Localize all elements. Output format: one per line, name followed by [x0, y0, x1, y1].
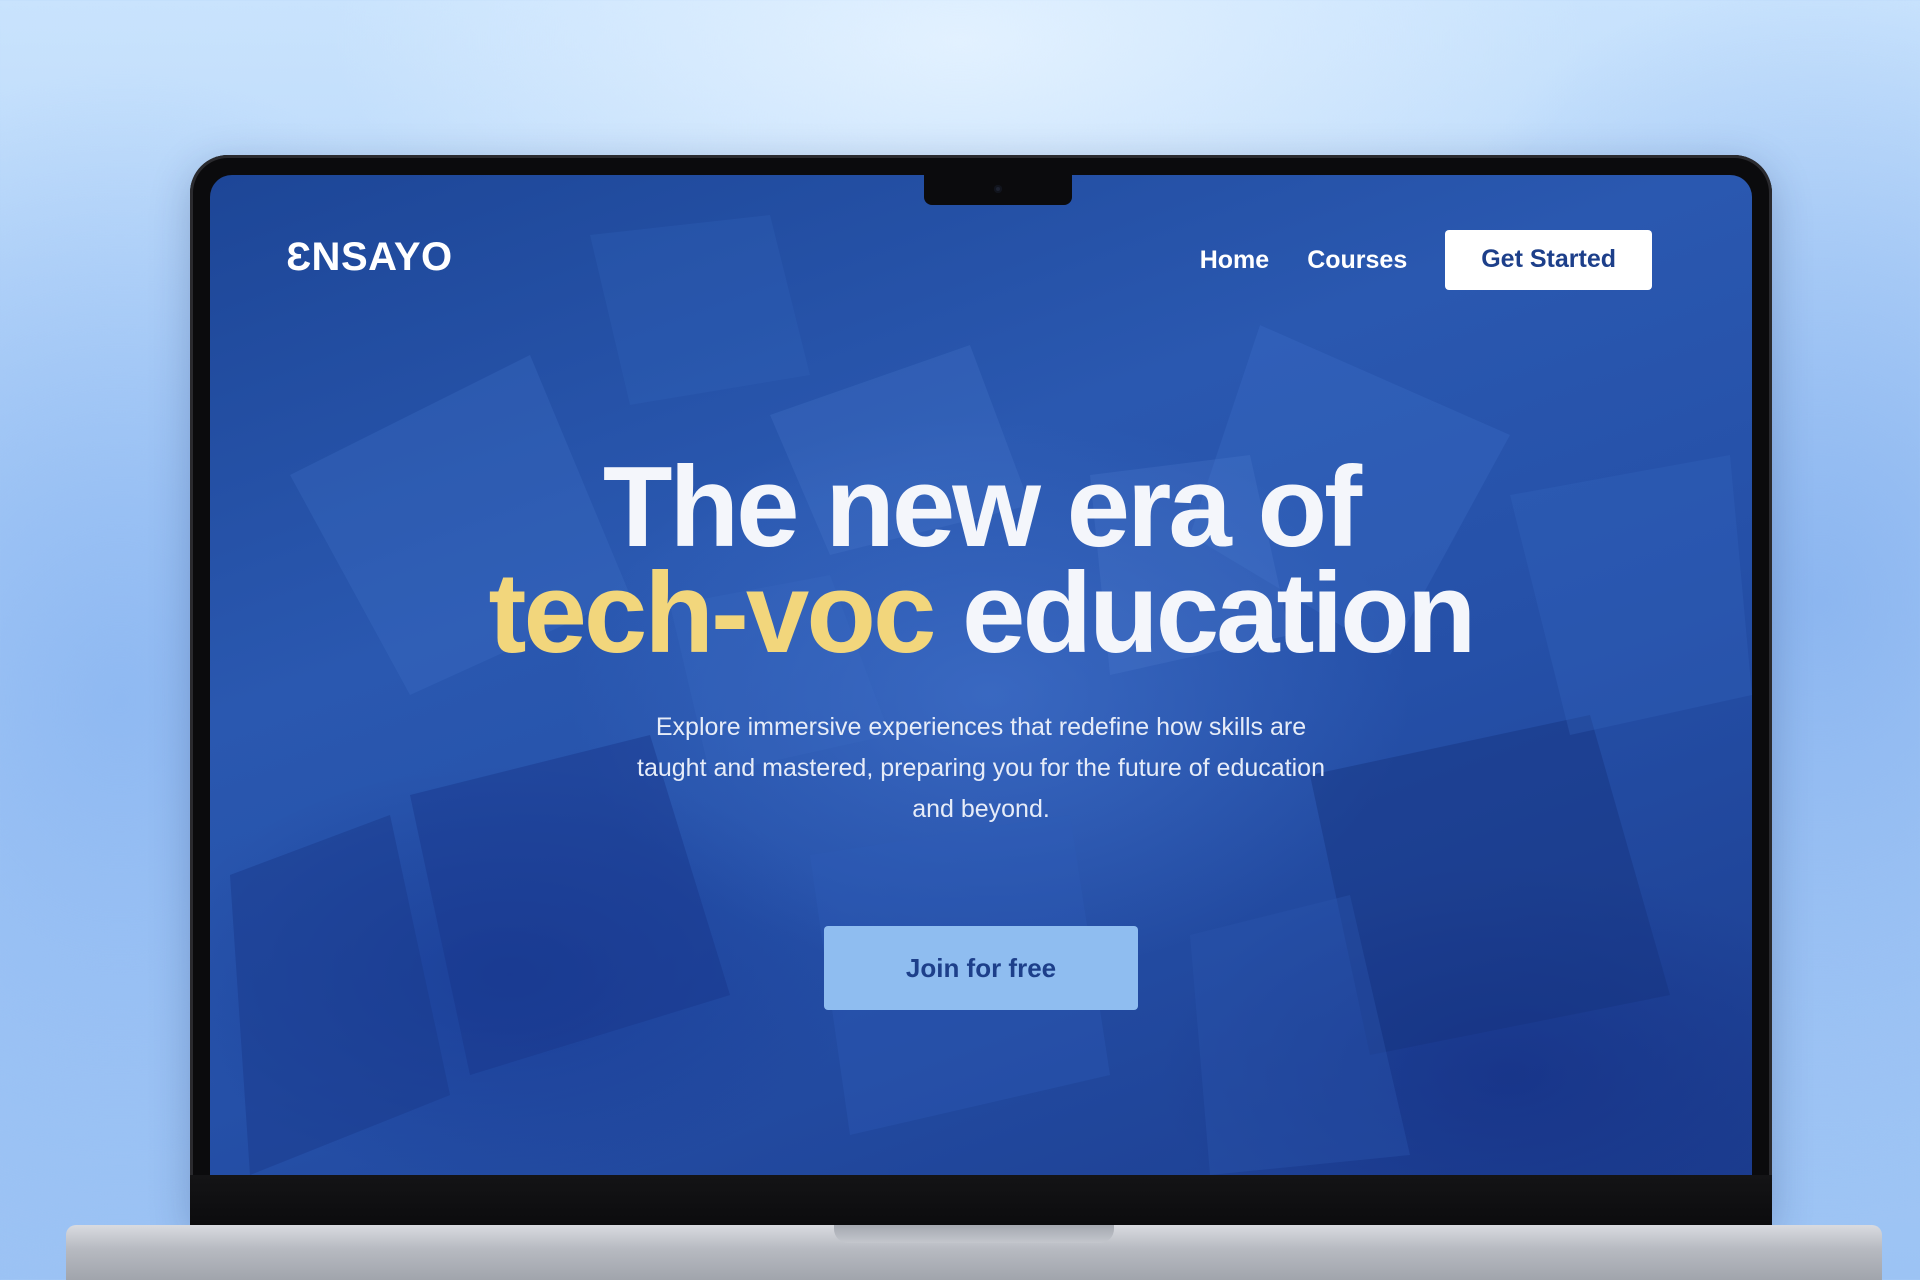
- hero-section: The new era of tech-voc education Explor…: [210, 451, 1752, 1010]
- hero-title: The new era of tech-voc education: [210, 451, 1752, 671]
- nav-courses-link[interactable]: Courses: [1307, 246, 1407, 275]
- hero-title-accent: tech-voc: [488, 550, 937, 677]
- laptop-screen: ƐNSAYO Home Courses Get Started The new …: [210, 175, 1752, 1175]
- webcam-icon: [994, 185, 1002, 193]
- brand-logo[interactable]: ƐNSAYO: [286, 235, 453, 280]
- main-nav: Home Courses Get Started: [1200, 230, 1652, 290]
- nav-home-link[interactable]: Home: [1200, 246, 1269, 275]
- hero-title-rest: education: [962, 550, 1476, 677]
- laptop-base-groove: [834, 1225, 1114, 1243]
- screen-bottom-bezel: [190, 1175, 1772, 1225]
- join-for-free-button[interactable]: Join for free: [824, 926, 1138, 1010]
- hero-subtitle: Explore immersive experiences that redef…: [637, 713, 1325, 823]
- get-started-button[interactable]: Get Started: [1445, 230, 1652, 290]
- laptop-lid: ƐNSAYO Home Courses Get Started The new …: [190, 155, 1772, 1225]
- camera-notch: [924, 175, 1072, 205]
- laptop-base: [66, 1225, 1882, 1280]
